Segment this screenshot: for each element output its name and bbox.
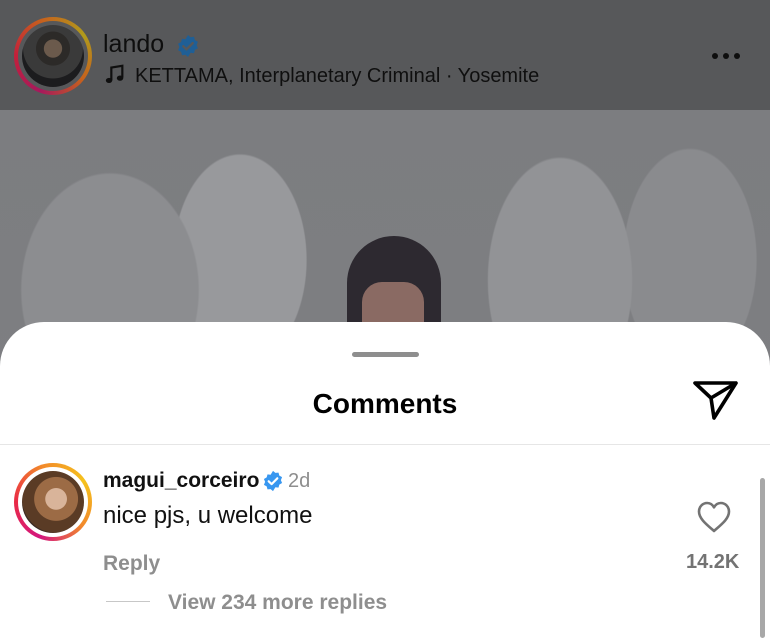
- verified-badge-icon: [178, 35, 198, 57]
- music-title: KETTAMA, Interplanetary Criminal · Yosem…: [135, 65, 540, 87]
- like-count: 14.2K: [686, 551, 740, 573]
- music-note-icon: [105, 64, 124, 83]
- comment-timestamp: 2d: [288, 470, 311, 492]
- more-options-icon[interactable]: [710, 46, 742, 66]
- comment-avatar[interactable]: [14, 463, 92, 541]
- view-replies-button[interactable]: View 234 more replies: [168, 591, 387, 615]
- post-author-avatar[interactable]: [14, 17, 92, 95]
- sheet-drag-handle[interactable]: [352, 352, 419, 357]
- comment-username[interactable]: magui_corceiro: [103, 469, 259, 493]
- post-header: lando KETTAMA, Interplanetary Criminal ·…: [0, 0, 770, 110]
- comment-text: nice pjs, u welcome: [103, 502, 313, 529]
- replies-divider-line: [106, 601, 150, 602]
- post-username[interactable]: lando: [103, 30, 164, 59]
- comments-sheet: Comments magui_corceiro 2d nice pjs, u w…: [0, 322, 770, 642]
- heart-icon[interactable]: [696, 500, 732, 534]
- reply-button[interactable]: Reply: [103, 552, 160, 576]
- comments-title: Comments: [312, 388, 458, 419]
- post-music-line[interactable]: KETTAMA, Interplanetary Criminal · Yosem…: [103, 63, 539, 88]
- sheet-divider: [0, 444, 770, 445]
- scrollbar[interactable]: [760, 478, 765, 638]
- verified-badge-icon: [263, 470, 283, 492]
- send-icon[interactable]: [690, 378, 740, 422]
